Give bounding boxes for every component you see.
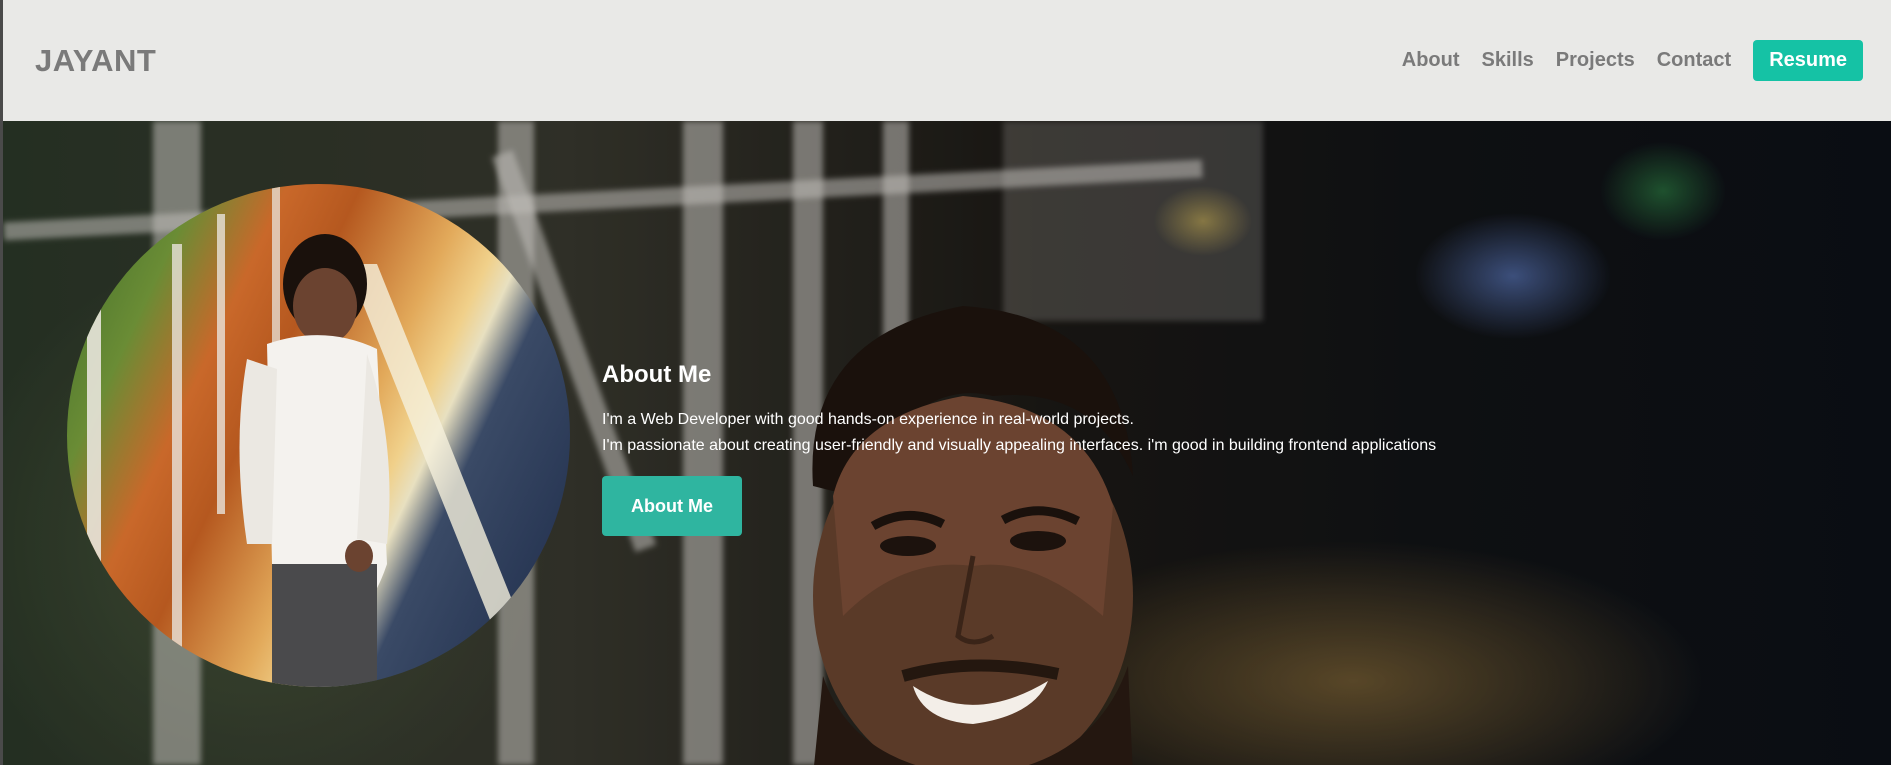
brand-logo[interactable]: JAYANT	[35, 43, 156, 79]
nav-link-skills[interactable]: Skills	[1482, 49, 1534, 72]
about-content: About Me I'm a Web Developer with good h…	[602, 361, 1436, 536]
about-title: About Me	[602, 361, 712, 388]
nav-link-projects[interactable]: Projects	[1556, 49, 1635, 72]
about-text-line-1: I'm a Web Developer with good hands-on e…	[602, 411, 1134, 428]
about-me-button[interactable]: About Me	[602, 476, 742, 536]
hero-section: About Me I'm a Web Developer with good h…	[3, 121, 1891, 765]
profile-image	[67, 184, 570, 687]
navbar: JAYANT About Skills Projects Contact Res…	[3, 0, 1891, 121]
page: JAYANT About Skills Projects Contact Res…	[0, 0, 1891, 765]
nav-link-about[interactable]: About	[1402, 49, 1460, 72]
resume-button[interactable]: Resume	[1753, 40, 1863, 81]
about-text-line-2: I'm passionate about creating user-frien…	[602, 437, 1437, 454]
nav-links: About Skills Projects Contact Resume	[1402, 40, 1863, 81]
nav-link-contact[interactable]: Contact	[1657, 49, 1731, 72]
